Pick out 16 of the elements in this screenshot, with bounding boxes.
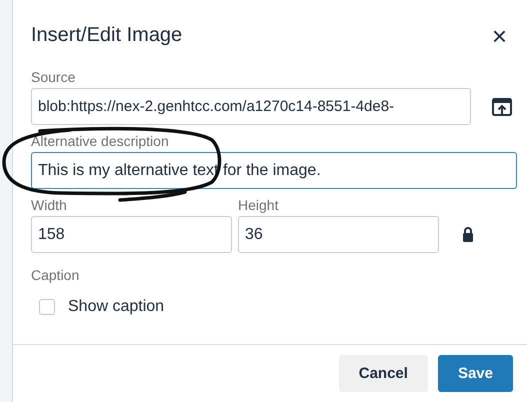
field-label: Alternative description — [31, 133, 170, 149]
save-button[interactable]: Save — [438, 355, 513, 392]
dialog-title: Insert/Edit Image — [31, 24, 182, 47]
upload-icon[interactable] — [491, 96, 513, 118]
cancel-button[interactable]: Cancel — [338, 355, 428, 392]
field-label: Height — [238, 197, 280, 213]
field-label: Source — [31, 69, 76, 85]
alt-text-field[interactable]: This is my alternative text for the image. — [31, 152, 517, 189]
field-label: Width — [31, 197, 68, 213]
height-field[interactable]: 36 — [238, 216, 439, 253]
width-field[interactable]: 158 — [31, 216, 232, 253]
checkbox-label: Show caption — [68, 298, 164, 316]
field-label: Caption — [31, 267, 80, 283]
source-field[interactable]: blob:https://nex-2.genhtcc.com/a1270c14-8551-4de8- — [31, 88, 471, 125]
close-button[interactable]: × — [488, 26, 511, 46]
caption-checkbox[interactable] — [39, 299, 55, 315]
